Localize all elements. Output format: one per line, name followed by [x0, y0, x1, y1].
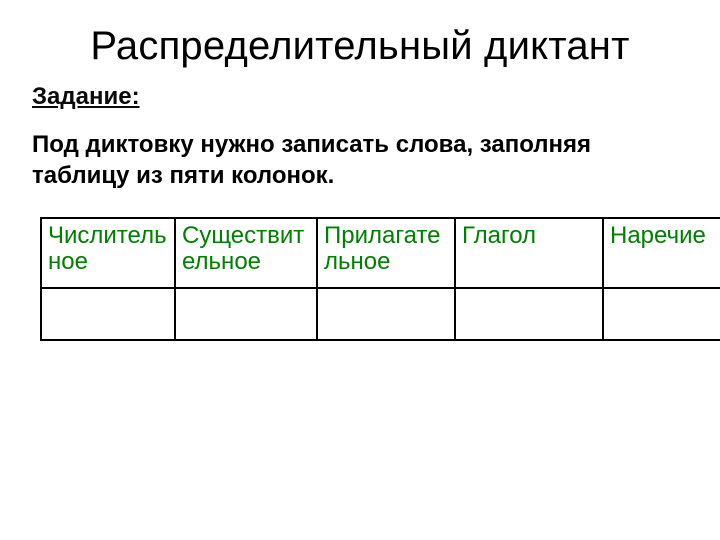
task-label: Задание: [32, 83, 692, 111]
cell-adverb [603, 288, 720, 340]
parts-of-speech-table: Числительное Существительное Прилагатель… [40, 217, 720, 341]
cell-adjective [317, 288, 455, 340]
col-header-adverb: Наречие [603, 218, 720, 288]
table-header-row: Числительное Существительное Прилагатель… [41, 218, 720, 288]
table-row [41, 288, 720, 340]
page-title: Распределительный диктант [28, 24, 692, 69]
col-header-noun: Существительное [175, 218, 317, 288]
col-header-adjective: Прилагательное [317, 218, 455, 288]
cell-numeral [41, 288, 175, 340]
instruction-text: Под диктовку нужно записать слова, запол… [32, 129, 692, 191]
col-header-numeral: Числительное [41, 218, 175, 288]
cell-verb [455, 288, 603, 340]
cell-noun [175, 288, 317, 340]
col-header-verb: Глагол [455, 218, 603, 288]
slide: Распределительный диктант Задание: Под д… [0, 0, 720, 540]
